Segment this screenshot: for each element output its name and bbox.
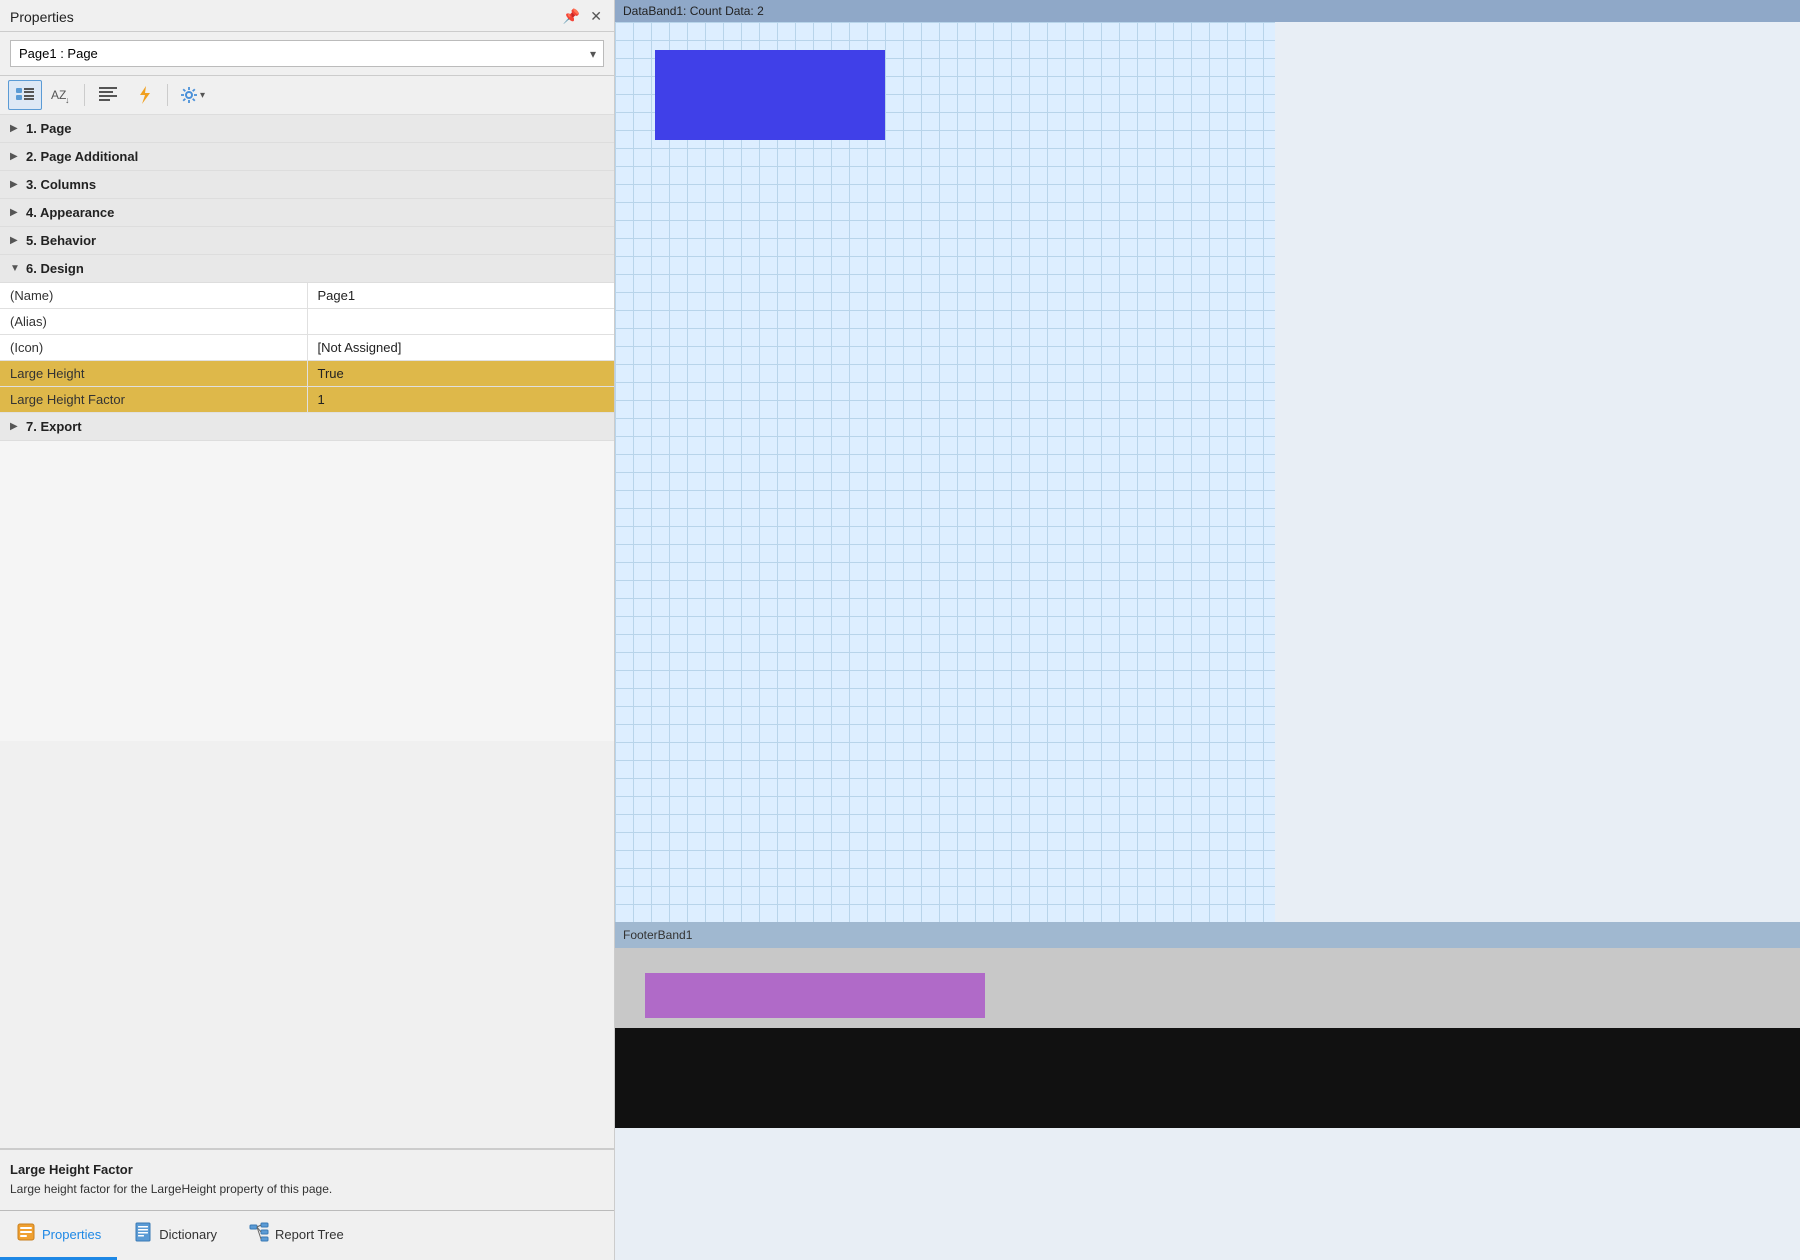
header-icons: 📌 ✕	[561, 8, 604, 25]
sort-icon: A Z ↓	[51, 86, 71, 104]
gear-icon	[181, 87, 197, 103]
toolbar-separator2	[167, 84, 168, 106]
purple-rect-area	[615, 948, 1800, 1028]
grid-canvas[interactable]	[615, 22, 1275, 922]
tab-report-tree-label: Report Tree	[275, 1227, 344, 1242]
svg-text:↓: ↓	[65, 95, 70, 104]
databand-header: DataBand1: Count Data: 2	[615, 0, 1800, 22]
footer-band: FooterBand1	[615, 922, 1800, 948]
tab-dictionary-icon	[133, 1222, 153, 1247]
prop-alias-value[interactable]	[307, 309, 614, 335]
prop-large-height-value[interactable]: True	[307, 361, 614, 387]
purple-rectangle[interactable]	[645, 973, 985, 1018]
section-6-chevron: ▼	[10, 263, 20, 274]
toolbar-desc-btn[interactable]	[91, 80, 125, 110]
close-button[interactable]: ✕	[588, 8, 604, 25]
left-panel: Properties 📌 ✕ Page1 : Page ▾	[0, 0, 615, 1260]
section-4-label: 4. Appearance	[26, 205, 114, 220]
list-icon	[16, 87, 34, 103]
section-6-label: 6. Design	[26, 261, 84, 276]
description-title: Large Height Factor	[10, 1162, 604, 1177]
properties-header: Properties 📌 ✕	[0, 0, 614, 32]
section-3-chevron: ▶	[10, 179, 20, 190]
tab-properties[interactable]: Properties	[0, 1211, 117, 1260]
canvas-area[interactable]: DataBand1: Count Data: 2 FooterBand1	[615, 0, 1800, 1260]
prop-large-height-key: Large Height	[0, 361, 307, 387]
lightning-icon	[136, 86, 152, 104]
prop-name-key: (Name)	[0, 283, 307, 309]
section-7-chevron: ▶	[10, 421, 20, 432]
blue-rectangle[interactable]	[655, 50, 885, 140]
prop-large-height-row[interactable]: Large Height True	[0, 361, 614, 387]
desc-icon	[99, 87, 117, 103]
tab-properties-icon	[16, 1222, 36, 1247]
section-5-row[interactable]: ▶ 5. Behavior	[0, 227, 614, 255]
gear-dropdown-arrow: ▾	[200, 90, 205, 101]
toolbar-lightning-btn[interactable]	[127, 80, 161, 110]
section-2-chevron: ▶	[10, 151, 20, 162]
props-spacer	[0, 441, 614, 741]
bottom-tabs: Properties Dictionary	[0, 1210, 614, 1260]
toolbar-sort-btn[interactable]: A Z ↓	[44, 80, 78, 110]
section-3-label: 3. Columns	[26, 177, 96, 192]
section-3-row[interactable]: ▶ 3. Columns	[0, 171, 614, 199]
section-7-row[interactable]: ▶ 7. Export	[0, 413, 614, 441]
description-box: Large Height Factor Large height factor …	[0, 1148, 614, 1210]
section-6-row[interactable]: ▼ 6. Design	[0, 255, 614, 283]
properties-list: ▶ 1. Page ▶ 2. Page Additional ▶ 3. Colu…	[0, 115, 614, 1148]
svg-text:A: A	[51, 88, 59, 102]
prop-alias-row[interactable]: (Alias)	[0, 309, 614, 335]
page-selector-wrapper: Page1 : Page ▾	[10, 40, 604, 67]
tab-dictionary-label: Dictionary	[159, 1227, 217, 1242]
tab-report-tree-icon	[249, 1222, 269, 1247]
toolbar-separator	[84, 84, 85, 106]
properties-title: Properties	[10, 9, 74, 25]
prop-large-height-factor-key: Large Height Factor	[0, 387, 307, 413]
bottom-black-area	[615, 1028, 1800, 1128]
prop-alias-key: (Alias)	[0, 309, 307, 335]
section-4-chevron: ▶	[10, 207, 20, 218]
section-7-label: 7. Export	[26, 419, 82, 434]
section-1-chevron: ▶	[10, 123, 20, 134]
tab-dictionary[interactable]: Dictionary	[117, 1211, 233, 1260]
prop-icon-value[interactable]: [Not Assigned]	[307, 335, 614, 361]
section-4-row[interactable]: ▶ 4. Appearance	[0, 199, 614, 227]
tab-report-tree[interactable]: Report Tree	[233, 1211, 360, 1260]
pin-button[interactable]: 📌	[561, 8, 582, 25]
dropdown-row: Page1 : Page ▾	[0, 32, 614, 76]
design-properties-table: (Name) Page1 (Alias) (Icon) [Not Assigne…	[0, 283, 614, 413]
description-text: Large height factor for the LargeHeight …	[10, 1181, 604, 1198]
right-panel: DataBand1: Count Data: 2 FooterBand1	[615, 0, 1800, 1260]
tab-properties-label: Properties	[42, 1227, 101, 1242]
section-1-row[interactable]: ▶ 1. Page	[0, 115, 614, 143]
toolbar-list-btn[interactable]	[8, 80, 42, 110]
prop-name-value[interactable]: Page1	[307, 283, 614, 309]
section-2-label: 2. Page Additional	[26, 149, 138, 164]
section-5-chevron: ▶	[10, 235, 20, 246]
prop-icon-row[interactable]: (Icon) [Not Assigned]	[0, 335, 614, 361]
section-1-label: 1. Page	[26, 121, 72, 136]
toolbar: A Z ↓	[0, 76, 614, 115]
section-5-label: 5. Behavior	[26, 233, 96, 248]
prop-large-height-factor-value[interactable]: 1	[307, 387, 614, 413]
page-selector[interactable]: Page1 : Page	[10, 40, 604, 67]
section-2-row[interactable]: ▶ 2. Page Additional	[0, 143, 614, 171]
toolbar-gear-btn[interactable]: ▾	[174, 82, 212, 108]
prop-name-row[interactable]: (Name) Page1	[0, 283, 614, 309]
prop-icon-key: (Icon)	[0, 335, 307, 361]
prop-large-height-factor-row[interactable]: Large Height Factor 1	[0, 387, 614, 413]
